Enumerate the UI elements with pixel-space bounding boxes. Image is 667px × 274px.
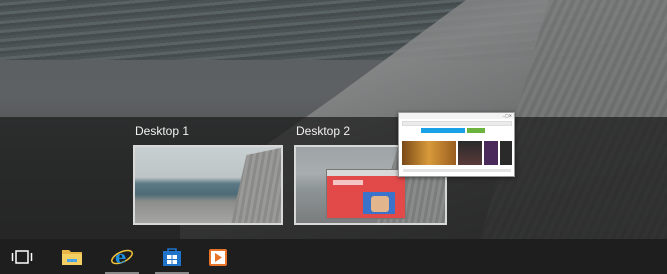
internet-explorer-icon: e xyxy=(111,247,133,268)
file-explorer-button[interactable] xyxy=(52,239,92,274)
desktop-2-label: Desktop 2 xyxy=(296,124,351,138)
store-icon xyxy=(163,247,181,266)
mini-window-titlebar xyxy=(327,170,405,176)
desktop-2-window-thumbnail[interactable] xyxy=(326,169,406,219)
page-tile-4 xyxy=(500,141,512,165)
page-banner xyxy=(421,128,465,133)
task-view-icon xyxy=(11,249,33,264)
desktop-1-label: Desktop 1 xyxy=(135,124,190,138)
task-view-button[interactable] xyxy=(2,239,42,274)
taskbar: e xyxy=(0,239,667,274)
page-tile-3 xyxy=(484,141,498,165)
dragged-window-preview[interactable]: –▢✕ xyxy=(398,112,515,177)
page-button xyxy=(467,128,485,133)
window-controls: –▢✕ xyxy=(502,113,512,118)
mini-window-text xyxy=(333,180,363,185)
page-tile-2 xyxy=(458,141,482,165)
internet-explorer-button[interactable]: e xyxy=(102,239,142,274)
media-player-button[interactable] xyxy=(198,239,238,274)
window-titlebar[interactable] xyxy=(399,113,514,119)
page-footer xyxy=(403,169,511,172)
svg-text:e: e xyxy=(115,247,126,268)
address-bar xyxy=(402,121,512,126)
media-player-icon xyxy=(209,248,227,266)
page-tile-featured xyxy=(402,141,456,165)
desktop-1-thumbnail[interactable] xyxy=(133,145,283,225)
store-button[interactable] xyxy=(152,239,192,274)
mini-window-figure xyxy=(371,196,389,212)
file-explorer-icon xyxy=(62,249,82,265)
